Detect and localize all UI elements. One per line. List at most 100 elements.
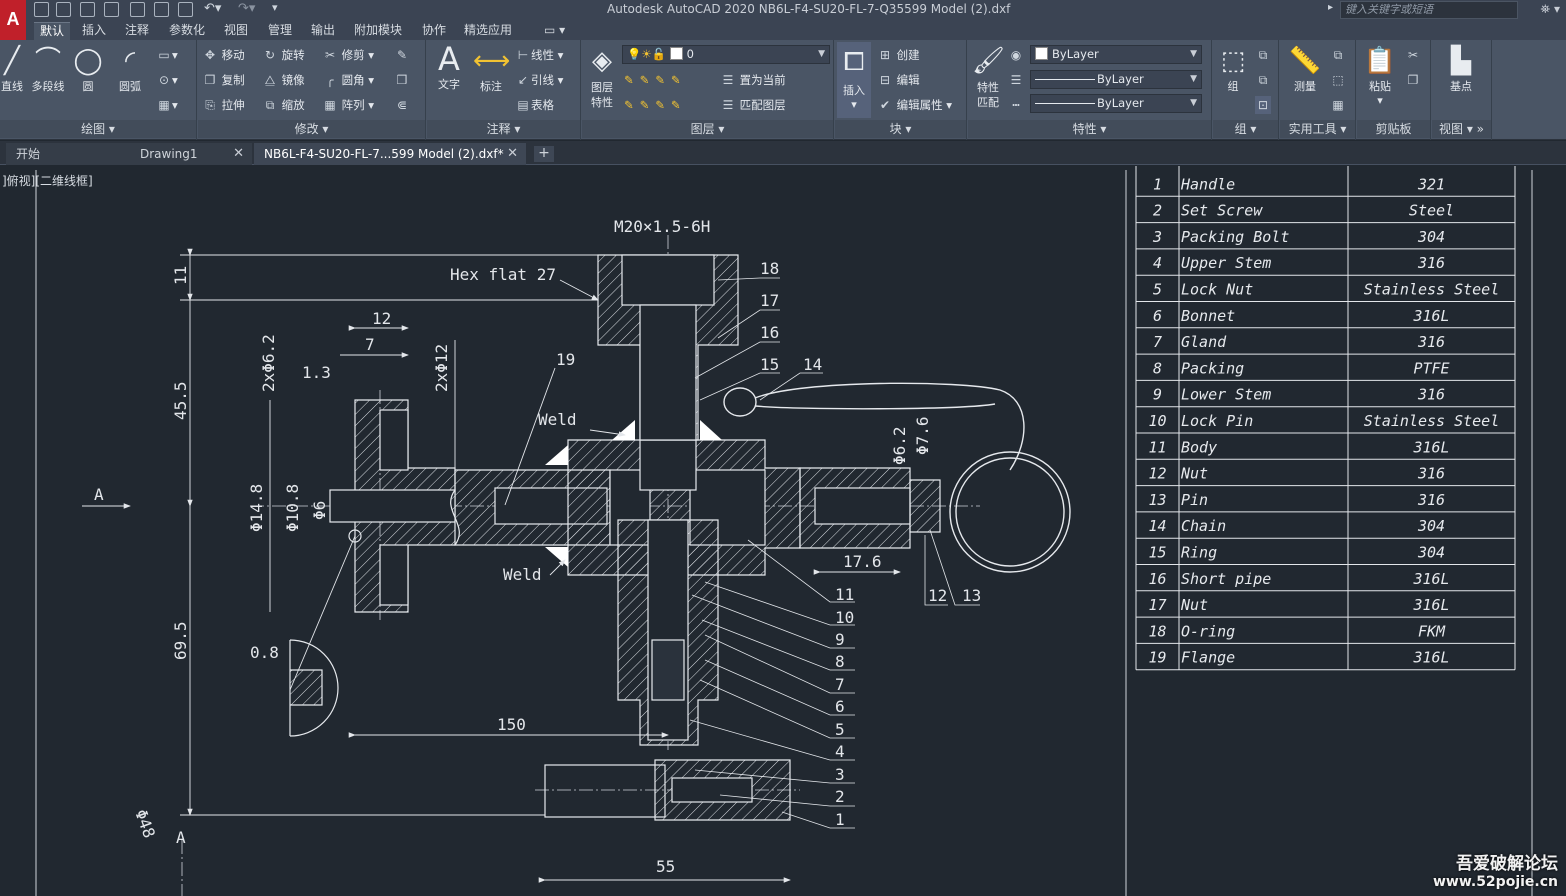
select-all-icon[interactable]: ⬚: [1330, 71, 1346, 89]
new-file-icon[interactable]: [34, 2, 49, 17]
color-dropdown[interactable]: ByLayer ▼: [1030, 45, 1202, 64]
tab-insert[interactable]: 插入: [76, 22, 112, 40]
linear-button[interactable]: ⊢ 线性 ▾: [515, 46, 564, 64]
group-edit-icon[interactable]: ⧉: [1255, 71, 1271, 89]
ribbon-display-toggle[interactable]: ▭ ▾: [538, 22, 571, 40]
ellipse-button[interactable]: ⊙ ▾: [156, 71, 178, 89]
leader-button[interactable]: ↙ 引线 ▾: [515, 71, 563, 89]
erase-button[interactable]: ✎: [394, 46, 410, 64]
open-web-icon[interactable]: [130, 2, 145, 17]
layer-tools-row1[interactable]: ✎✎✎✎: [624, 71, 687, 89]
stretch-button[interactable]: ⎘ 拉伸: [202, 96, 244, 114]
save-web-icon[interactable]: [154, 2, 169, 17]
properties-panel-title[interactable]: 特性 ▾: [968, 120, 1211, 138]
search-input[interactable]: 键入关键字或短语: [1340, 1, 1518, 19]
doc-tab-model[interactable]: NB6L-F4-SU20-FL-7...599 Model (2).dxf* ✕: [254, 143, 526, 165]
utilities-panel-title[interactable]: 实用工具 ▾: [1280, 120, 1355, 138]
tab-addins[interactable]: 附加模块: [348, 22, 408, 40]
base-view-button[interactable]: ▙ 基点: [1438, 44, 1484, 94]
plot-icon[interactable]: [178, 2, 193, 17]
arc-button[interactable]: ◜ 圆弧: [112, 44, 148, 94]
color-wheel-icon[interactable]: ◉: [1008, 46, 1024, 64]
view-panel-title[interactable]: 视图 ▾ »: [1432, 120, 1491, 138]
save-icon[interactable]: [80, 2, 95, 17]
layer-properties-button[interactable]: ◈ 图层 特性: [586, 42, 618, 110]
bom-material: 316: [1417, 386, 1445, 404]
edit-block-button[interactable]: ⊟ 编辑: [877, 71, 920, 89]
array-button[interactable]: ▦ 阵列 ▾: [322, 96, 374, 114]
layers-panel-title[interactable]: 图层 ▾: [582, 120, 833, 138]
user-icon[interactable]: ⛯ ▾: [1541, 2, 1560, 17]
tab-parametric[interactable]: 参数化: [163, 22, 211, 40]
tab-default[interactable]: 默认: [34, 22, 71, 40]
tab-view[interactable]: 视图: [218, 22, 254, 40]
copy-button[interactable]: ❐ 复制: [202, 71, 245, 89]
paste-button[interactable]: 📋 粘贴 ▾: [1361, 44, 1399, 107]
lineweight-icon[interactable]: ☰: [1008, 71, 1024, 89]
fillet-button[interactable]: ╭ 圆角 ▾: [322, 71, 374, 89]
table-button[interactable]: ▤ 表格: [515, 96, 554, 114]
hatch-button[interactable]: ▦ ▾: [156, 96, 177, 114]
cut-icon[interactable]: ✂: [1405, 46, 1421, 64]
layer-tools-row2[interactable]: ✎✎✎✎: [624, 96, 687, 114]
polyline-button[interactable]: ⌒ 多段线: [28, 44, 68, 94]
undo-icon[interactable]: ↶▾: [204, 1, 221, 16]
trim-button[interactable]: ✂ 修剪 ▾: [322, 46, 374, 64]
open-file-icon[interactable]: [56, 2, 71, 17]
rectangle-button[interactable]: ▭ ▾: [156, 46, 177, 64]
new-tab-button[interactable]: +: [534, 146, 554, 162]
group-select-icon[interactable]: ⊡: [1255, 96, 1271, 114]
customize-toolbar-icon[interactable]: ▾: [272, 1, 278, 14]
calculator-icon[interactable]: ▦: [1330, 96, 1346, 114]
document-tab-bar: 开始 Drawing1 ✕ NB6L-F4-SU20-FL-7...599 Mod…: [0, 141, 1566, 165]
dimension-button[interactable]: ⟷ 标注: [473, 44, 510, 94]
move-button[interactable]: ✥ 移动: [202, 46, 245, 64]
doc-tab-start[interactable]: 开始: [6, 143, 130, 165]
linetype-dropdown[interactable]: ByLayer ▼: [1030, 70, 1202, 89]
text-button[interactable]: A 文字: [433, 42, 465, 92]
tab-output[interactable]: 输出: [305, 22, 341, 40]
explode-button[interactable]: ❒: [394, 71, 410, 89]
layer-dropdown[interactable]: 💡☀🔓 0 ▼: [622, 45, 830, 64]
match-layer-button[interactable]: ☰ 匹配图层: [720, 96, 786, 114]
circle-button[interactable]: ◯ 圆: [72, 44, 104, 94]
mirror-button[interactable]: ⧋ 镜像: [262, 71, 305, 89]
app-menu-button[interactable]: A: [0, 0, 26, 40]
copy-clip-icon[interactable]: ❐: [1405, 71, 1421, 89]
groups-panel-title[interactable]: 组 ▾: [1213, 120, 1278, 138]
save-as-icon[interactable]: [104, 2, 119, 17]
close-icon[interactable]: ✕: [233, 143, 244, 165]
quick-select-icon[interactable]: ⧉: [1330, 46, 1346, 64]
draw-panel-title[interactable]: 绘图 ▾: [0, 120, 196, 138]
tab-manage[interactable]: 管理: [262, 22, 298, 40]
scale-button[interactable]: ⧉ 缩放: [262, 96, 305, 114]
drawing-viewport[interactable]: M20×1.5-6H Hex flat 27 Weld Weld A A 11 …: [0, 166, 1566, 896]
modify-panel-title[interactable]: 修改 ▾: [198, 120, 425, 138]
tab-featured-apps[interactable]: 精选应用: [458, 22, 518, 40]
close-icon[interactable]: ✕: [507, 143, 518, 165]
clipboard-panel-title[interactable]: 剪贴板: [1357, 120, 1430, 138]
match-properties-button[interactable]: 🖌 特性 匹配: [972, 42, 1005, 110]
annotation-panel-title[interactable]: 注释 ▾: [427, 120, 580, 138]
linetype-icon[interactable]: ┅: [1008, 96, 1024, 114]
measure-button[interactable]: 📏 测量: [1284, 44, 1326, 94]
doc-tab-drawing1[interactable]: Drawing1 ✕: [130, 143, 252, 165]
search-expand-icon[interactable]: ▸: [1328, 2, 1333, 13]
group-button[interactable]: ⬚ 组: [1215, 44, 1251, 94]
balloon-19: 19: [556, 350, 575, 369]
rotate-button[interactable]: ↻ 旋转: [262, 46, 305, 64]
redo-icon[interactable]: ↷▾: [238, 1, 255, 16]
tab-annotate[interactable]: 注释: [119, 22, 155, 40]
block-panel-title[interactable]: 块 ▾: [835, 120, 966, 138]
lineweight-dropdown[interactable]: ByLayer ▼: [1030, 94, 1202, 113]
insert-button[interactable]: ⧠ 插入 ▾: [837, 42, 871, 118]
tab-collaborate[interactable]: 协作: [416, 22, 452, 40]
viewport-controls[interactable]: ]俯视][二维线框]: [2, 172, 93, 189]
offset-button[interactable]: ⋐: [394, 96, 410, 114]
set-current-button[interactable]: ☰ 置为当前: [720, 71, 786, 89]
create-block-button[interactable]: ⊞ 创建: [877, 46, 920, 64]
edit-attributes-button[interactable]: ✔ 编辑属性 ▾: [877, 96, 952, 114]
bom-item-number: 15: [1148, 544, 1166, 562]
line-button[interactable]: ╱ 直线: [0, 44, 24, 94]
ungroup-icon[interactable]: ⧉: [1255, 46, 1271, 64]
